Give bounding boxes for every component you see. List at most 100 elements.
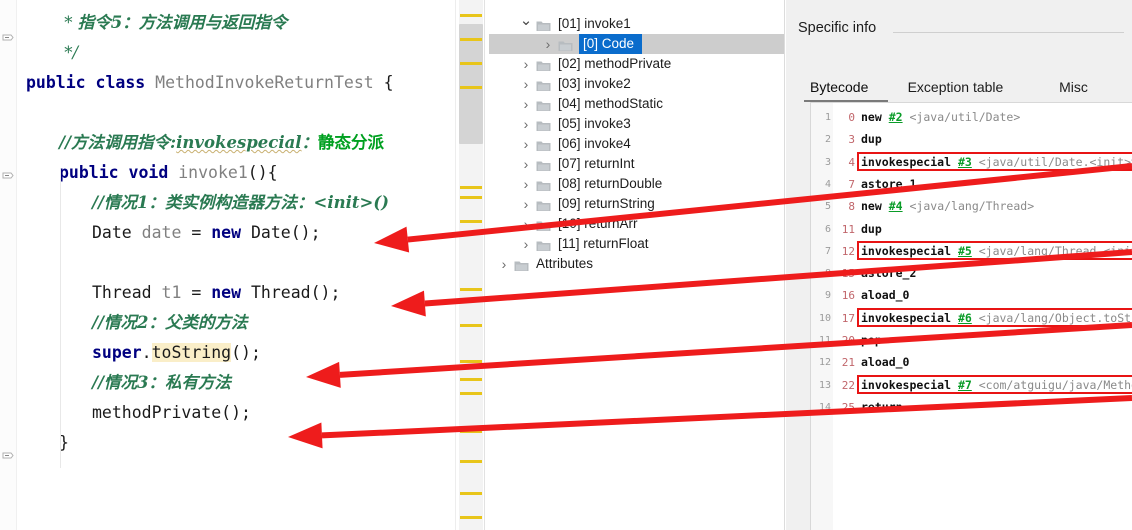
chevron-right-icon[interactable]: ›	[519, 194, 533, 214]
tree-item-label[interactable]: [09] returnString	[558, 194, 655, 214]
tree-row[interactable]: › Attributes	[489, 254, 785, 274]
code-line: //方法调用指令:invokespecial：静态分派	[59, 128, 384, 158]
tree-row[interactable]: › [08] returnDouble	[489, 174, 785, 194]
marker-tick[interactable]	[460, 392, 482, 395]
bytecode-offset: 25	[841, 400, 855, 414]
marker-tick[interactable]	[460, 430, 482, 433]
marker-tick[interactable]	[460, 186, 482, 189]
code-token: //情况3：私有方法	[92, 373, 232, 392]
marker-tick[interactable]	[460, 378, 482, 381]
constant-pool-ref[interactable]: #7	[958, 378, 972, 392]
tree-row[interactable]: › [02] methodPrivate	[489, 54, 785, 74]
bytecode-line[interactable]: 9 16 aload_0	[811, 286, 1132, 305]
structure-tree-pane[interactable]: ⌄ [01] invoke1 › [0] Code › [02] methodPrivat…	[489, 0, 785, 530]
code-text[interactable]: * 指令5：方法调用与返回指令 */ public class MethodInv…	[16, 0, 455, 530]
chevron-right-icon[interactable]: ›	[519, 74, 533, 94]
tree-pane-divider	[784, 0, 785, 530]
marker-tick[interactable]	[460, 516, 482, 519]
bytecode-line[interactable]: 10 17 invokespecial #6 <java/lang/Object.t…	[811, 309, 1132, 328]
bytecode-opcode: aload_0	[861, 355, 910, 370]
tab-exception-table[interactable]: Exception table	[908, 74, 1004, 100]
tree-item-label[interactable]: [01] invoke1	[558, 14, 631, 34]
chevron-right-icon[interactable]: ›	[519, 114, 533, 134]
bytecode-line[interactable]: 8 15 astore_2	[811, 264, 1132, 283]
bytecode-view[interactable]: 1 0 new #2 <java/util/Date> 2 3 dup 3 4 invokesp…	[810, 102, 1132, 530]
bytecode-line-number: 12	[818, 357, 831, 369]
constant-pool-ref[interactable]: #4	[889, 199, 903, 213]
tree-row[interactable]: › [03] invoke2	[489, 74, 785, 94]
marker-tick[interactable]	[460, 196, 482, 199]
marker-tick[interactable]	[460, 86, 482, 89]
bytecode-line[interactable]: 3 4 invokespecial #3 <java/util/Date.<init…	[811, 153, 1132, 172]
chevron-right-icon[interactable]: ›	[541, 34, 555, 54]
tree-item-label[interactable]: [0] Code	[579, 34, 643, 54]
tree-item-label[interactable]: [07] returnInt	[558, 154, 635, 174]
constant-pool-ref[interactable]: #5	[958, 244, 972, 258]
bytecode-line[interactable]: 4 7 astore_1	[811, 175, 1132, 194]
bytecode-line[interactable]: 1 0 new #2 <java/util/Date>	[811, 108, 1132, 127]
tab-bytecode[interactable]: Bytecode	[810, 74, 868, 100]
chevron-right-icon[interactable]: ›	[497, 254, 511, 274]
tree-item-label[interactable]: [05] invoke3	[558, 114, 631, 134]
tree-row[interactable]: ⌄ [01] invoke1	[489, 13, 785, 34]
code-fold-marker[interactable]	[1, 452, 14, 465]
chevron-right-icon[interactable]: ›	[519, 174, 533, 194]
chevron-right-icon[interactable]: ›	[519, 134, 533, 154]
marker-tick[interactable]	[460, 360, 482, 363]
chevron-right-icon[interactable]: ›	[519, 94, 533, 114]
code-editor-pane[interactable]: * 指令5：方法调用与返回指令 */ public class MethodInv…	[0, 0, 489, 530]
scrollbar-thumb[interactable]	[459, 24, 483, 144]
marker-tick[interactable]	[460, 62, 482, 65]
code-token: public void	[59, 163, 179, 182]
code-fold-marker[interactable]	[1, 172, 14, 185]
bytecode-line[interactable]: 12 21 aload_0	[811, 353, 1132, 372]
tree-row[interactable]: › [05] invoke3	[489, 114, 785, 134]
marker-tick[interactable]	[460, 38, 482, 41]
bytecode-line[interactable]: 7 12 invokespecial #5 <java/lang/Thread.<i…	[811, 242, 1132, 261]
chevron-right-icon[interactable]: ›	[519, 214, 533, 234]
tree-item-label[interactable]: [10] returnArr	[558, 214, 638, 234]
tree-row[interactable]: › [04] methodStatic	[489, 94, 785, 114]
bytecode-line[interactable]: 13 22 invokespecial #7 <com/atguigu/java/M…	[811, 376, 1132, 395]
tree-row[interactable]: › [10] returnArr	[489, 214, 785, 234]
tree-item-label[interactable]: [06] invoke4	[558, 134, 631, 154]
tab-bar[interactable]: Bytecode Exception table Misc	[804, 74, 1132, 102]
tree-row[interactable]	[489, 0, 785, 14]
chevron-right-icon[interactable]: ›	[519, 54, 533, 74]
tree-item-label[interactable]: [02] methodPrivate	[558, 54, 671, 74]
constant-pool-ref[interactable]: #3	[958, 155, 972, 169]
editor-gutter[interactable]	[0, 0, 17, 530]
bytecode-line[interactable]: 11 20 pop	[811, 331, 1132, 350]
constant-pool-ref[interactable]: #6	[958, 311, 972, 325]
code-token: //方法调用指令:	[59, 133, 177, 152]
tree-row[interactable]: › [07] returnInt	[489, 154, 785, 174]
tree-row-selected[interactable]: › [0] Code	[489, 34, 785, 54]
tree-item-label[interactable]: [03] invoke2	[558, 74, 631, 94]
tree-item-label[interactable]: [08] returnDouble	[558, 174, 662, 194]
tree-row[interactable]: › [06] invoke4	[489, 134, 785, 154]
bytecode-line[interactable]: 5 8 new #4 <java/lang/Thread>	[811, 197, 1132, 216]
bytecode-line[interactable]: 14 25 return	[811, 398, 1132, 417]
marker-tick[interactable]	[460, 220, 482, 223]
code-fold-marker[interactable]	[1, 34, 14, 47]
marker-tick[interactable]	[460, 324, 482, 327]
editor-marker-bar[interactable]	[455, 0, 490, 530]
tab-misc[interactable]: Misc	[1059, 74, 1088, 100]
bytecode-line[interactable]: 2 3 dup	[811, 130, 1132, 149]
tree-item-label[interactable]: Attributes	[536, 254, 593, 274]
constant-pool-ref[interactable]: #2	[889, 110, 903, 124]
marker-tick[interactable]	[460, 288, 482, 291]
specific-info-pane[interactable]: Specific info Bytecode Exception table Mis…	[786, 0, 1132, 530]
bytecode-line[interactable]: 6 11 dup	[811, 220, 1132, 239]
tree-row[interactable]: › [11] returnFloat	[489, 234, 785, 254]
tree-item-label[interactable]: [04] methodStatic	[558, 94, 663, 114]
chevron-right-icon[interactable]: ›	[519, 234, 533, 254]
marker-tick[interactable]	[460, 14, 482, 17]
marker-tick[interactable]	[460, 492, 482, 495]
bytecode-line-number: 5	[824, 201, 831, 213]
tree-item-label[interactable]: [11] returnFloat	[558, 234, 649, 254]
marker-tick[interactable]	[460, 460, 482, 463]
chevron-down-icon[interactable]: ⌄	[519, 13, 533, 34]
tree-row[interactable]: › [09] returnString	[489, 194, 785, 214]
chevron-right-icon[interactable]: ›	[519, 154, 533, 174]
